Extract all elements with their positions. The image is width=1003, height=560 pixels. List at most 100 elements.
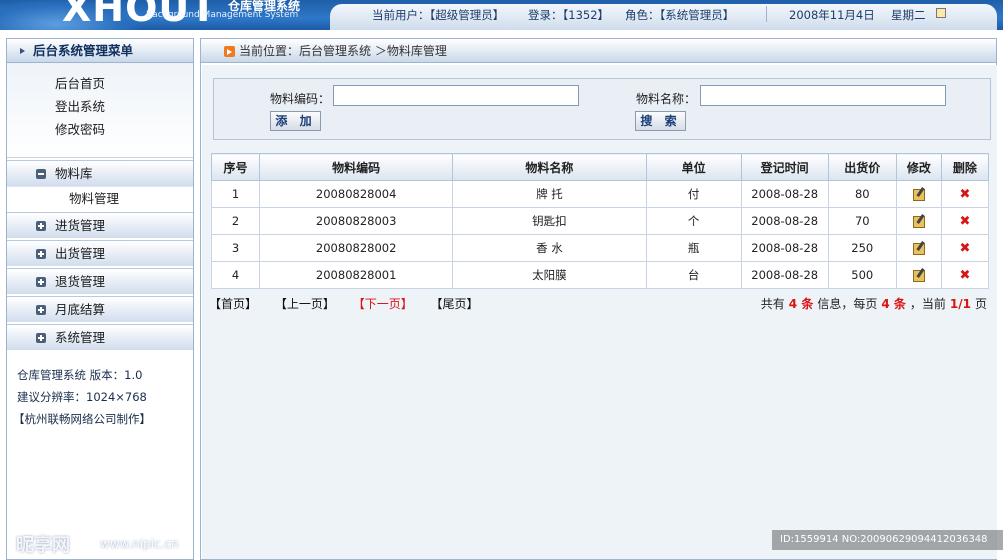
cell-index: 4 [210, 261, 261, 289]
add-button[interactable]: 添 加 [270, 111, 321, 131]
cell-delete: ✖ [940, 261, 990, 289]
table-header-row: 序号 物料编码 物料名称 单位 登记时间 出货价 修改 删除 [210, 153, 990, 181]
system-info: 仓库管理系统 版本：1.0 建议分辨率：1024×768 【杭州联畅网络公司制作… [7, 350, 193, 430]
resolution-info: 建议分辨率：1024×768 [17, 390, 147, 404]
collapse-minus-icon [36, 169, 46, 179]
cell-price: 70 [827, 207, 897, 235]
expand-plus-icon [36, 249, 46, 259]
expand-plus-icon [36, 333, 46, 343]
link-change-password[interactable]: 修改密码 [7, 118, 193, 141]
watermark-logo: 昵享网 [16, 535, 70, 556]
next-page-link[interactable]: 【下一页】 [353, 297, 413, 311]
pagination-summary: 共有 4 条信息，每页 4 条，当前 1/1 页 [760, 297, 987, 311]
cell-price: 500 [827, 261, 897, 289]
cell-date: 2008-08-28 [740, 261, 829, 289]
prev-page-link[interactable]: 【上一页】 [275, 297, 335, 311]
delete-icon[interactable]: ✖ [959, 241, 970, 256]
cell-code: 20080828002 [259, 234, 454, 262]
col-header-code: 物料编码 [259, 153, 454, 181]
cell-edit [895, 180, 942, 208]
edit-icon[interactable] [912, 215, 925, 228]
current-date: 2008年11月4日 [789, 8, 875, 22]
cell-date: 2008-08-28 [740, 180, 829, 208]
cell-name: 香 水 [452, 234, 647, 262]
delete-icon[interactable]: ✖ [959, 214, 970, 229]
material-code-input[interactable] [333, 85, 579, 106]
expand-plus-icon [36, 221, 46, 231]
delete-icon[interactable]: ✖ [959, 187, 970, 202]
company-credit: 【杭州联畅网络公司制作】 [13, 412, 151, 426]
menu-return-management[interactable]: 退货管理 [7, 268, 193, 294]
cell-price: 80 [827, 180, 897, 208]
arrow-right-icon [224, 46, 235, 57]
sidebar-title: 后台系统管理菜单 [7, 39, 193, 63]
edit-icon[interactable] [912, 269, 925, 282]
col-header-index: 序号 [210, 153, 261, 181]
header-separator [766, 6, 767, 22]
expand-plus-icon [36, 277, 46, 287]
search-button[interactable]: 搜 索 [635, 111, 686, 131]
edit-icon[interactable] [912, 242, 925, 255]
link-home[interactable]: 后台首页 [7, 72, 193, 95]
cell-date: 2008-08-28 [740, 207, 829, 235]
first-page-link[interactable]: 【首页】 [209, 297, 257, 311]
sidebar: 后台系统管理菜单 后台首页 登出系统 修改密码 物料库 物料管理 进货管理 出货… [6, 38, 194, 560]
quick-links: 后台首页 登出系统 修改密码 [7, 63, 193, 158]
menu-shipment-management[interactable]: 出货管理 [7, 240, 193, 266]
menu-system-management[interactable]: 系统管理 [7, 324, 193, 350]
pagination: 【首页】 【上一页】 【下一页】 【尾页】 [209, 295, 493, 312]
material-table: 序号 物料编码 物料名称 单位 登记时间 出货价 修改 删除 1 2008082… [210, 153, 990, 289]
menu-material-library[interactable]: 物料库 [7, 160, 193, 186]
material-name-input[interactable] [700, 85, 946, 106]
cell-name: 钥匙扣 [452, 207, 647, 235]
cell-date: 2008-08-28 [740, 234, 829, 262]
expand-plus-icon [36, 305, 46, 315]
cell-unit: 台 [645, 261, 742, 289]
top-header: XHOUT 仓库管理系统 Background Management Syste… [0, 0, 1003, 30]
current-weekday: 星期二 [891, 8, 926, 22]
total-count: 4 条 [788, 297, 814, 311]
watermark-id: ID:1559914 NO:20090629094412036348 [772, 530, 1003, 550]
user-role: 角色：【系统管理员】 [625, 8, 735, 22]
watermark-site: www.nipic.cn [100, 537, 179, 551]
table-row: 1 20080828004 牌 托 付 2008-08-28 80 ✖ [210, 180, 990, 208]
menu-item-material-management[interactable]: 物料管理 [7, 186, 193, 210]
col-header-unit: 单位 [645, 153, 742, 181]
per-page-count: 4 条 [881, 297, 906, 311]
current-page: 1/1 [949, 297, 971, 311]
search-form: 物料编码： 物料名称： 添 加 搜 索 [213, 78, 991, 140]
menu-month-end-settlement[interactable]: 月底结算 [7, 296, 193, 322]
last-page-link[interactable]: 【尾页】 [431, 297, 479, 311]
cell-price: 250 [827, 234, 897, 262]
cell-index: 1 [210, 180, 261, 208]
delete-icon[interactable]: ✖ [959, 268, 970, 283]
edit-icon[interactable] [912, 188, 925, 201]
col-header-price: 出货价 [827, 153, 897, 181]
login-count: 登录：【1352】 [528, 8, 610, 22]
cell-code: 20080828003 [259, 207, 454, 235]
table-row: 4 20080828001 太阳膜 台 2008-08-28 500 ✖ [210, 261, 990, 289]
cell-delete: ✖ [940, 180, 990, 208]
cell-edit [895, 234, 942, 262]
cell-delete: ✖ [940, 234, 990, 262]
version-info: 仓库管理系统 版本：1.0 [17, 368, 143, 382]
material-name-label: 物料名称： [636, 92, 697, 106]
cell-code: 20080828001 [259, 261, 454, 289]
cell-unit: 瓶 [645, 234, 742, 262]
material-code-label: 物料编码： [270, 92, 331, 106]
table-row: 2 20080828003 钥匙扣 个 2008-08-28 70 ✖ [210, 207, 990, 235]
cell-index: 3 [210, 234, 261, 262]
table-row: 3 20080828002 香 水 瓶 2008-08-28 250 ✖ [210, 234, 990, 262]
breadcrumb: 当前位置：后台管理系统 ＞物料库管理 [201, 39, 996, 63]
col-header-edit: 修改 [895, 153, 942, 181]
menu-purchase-management[interactable]: 进货管理 [7, 212, 193, 238]
cell-delete: ✖ [940, 207, 990, 235]
main-panel: 当前位置：后台管理系统 ＞物料库管理 物料编码： 物料名称： 添 加 搜 索 序… [200, 38, 997, 560]
calendar-icon[interactable] [936, 8, 946, 18]
cell-edit [895, 207, 942, 235]
cell-edit [895, 261, 942, 289]
col-header-delete: 删除 [940, 153, 990, 181]
col-header-name: 物料名称 [452, 153, 647, 181]
cell-index: 2 [210, 207, 261, 235]
link-logout[interactable]: 登出系统 [7, 95, 193, 118]
